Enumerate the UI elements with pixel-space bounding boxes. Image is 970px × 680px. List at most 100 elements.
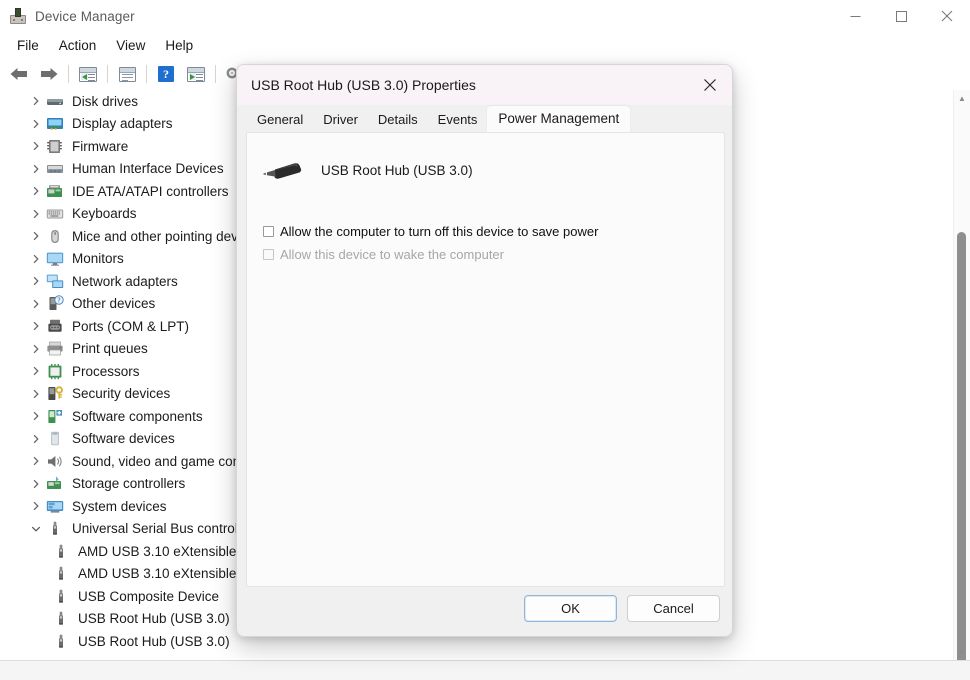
tree-item-label: Keyboards [72, 206, 137, 222]
tab-power-management[interactable]: Power Management [487, 106, 631, 132]
cancel-button[interactable]: Cancel [627, 595, 720, 622]
chevron-right-icon[interactable] [28, 251, 44, 267]
close-icon [941, 10, 953, 22]
toolbar-separator [107, 65, 108, 83]
window-titlebar: Device Manager [0, 0, 970, 32]
dialog-close-button[interactable] [687, 65, 732, 105]
play-window-icon [187, 66, 205, 82]
allow-turn-off-checkbox[interactable] [263, 226, 274, 237]
show-hide-console-tree-button[interactable] [73, 61, 103, 87]
tree-item-label: Monitors [72, 251, 124, 267]
chevron-right-icon[interactable] [28, 138, 44, 154]
forward-button[interactable] [34, 61, 64, 87]
storage-controller-icon [46, 475, 64, 492]
tab-general[interactable]: General [247, 108, 313, 132]
vertical-scrollbar[interactable]: ▲ ▼ [953, 90, 970, 666]
tree-item-label: Human Interface Devices [72, 161, 224, 177]
tree-item-label: USB Root Hub (USB 3.0) [78, 611, 230, 627]
usb-icon [46, 520, 64, 537]
usb-icon [52, 633, 70, 650]
chevron-right-icon[interactable] [28, 498, 44, 514]
chevron-right-icon[interactable] [28, 228, 44, 244]
menu-file[interactable]: File [8, 35, 48, 56]
chevron-right-icon[interactable] [28, 386, 44, 402]
usb-icon [52, 588, 70, 605]
tree-item-label: Universal Serial Bus controllers [72, 521, 260, 537]
allow-wake-row: Allow this device to wake the computer [263, 247, 504, 262]
system-device-icon [46, 498, 64, 515]
scrollbar-thumb[interactable] [957, 232, 966, 666]
status-bar [0, 660, 970, 680]
maximize-icon [895, 10, 907, 22]
chevron-down-icon[interactable] [28, 521, 44, 537]
usb-icon [52, 543, 70, 560]
display-adapter-icon [46, 115, 64, 132]
tree-item-label: Firmware [72, 138, 129, 154]
close-button[interactable] [924, 0, 970, 32]
back-arrow-icon [10, 68, 27, 80]
chevron-right-icon[interactable] [28, 431, 44, 447]
tree-item-label: Software devices [72, 431, 175, 447]
dialog-button-bar: OK Cancel [524, 595, 720, 622]
chevron-right-icon[interactable] [28, 183, 44, 199]
chevron-right-icon[interactable] [28, 318, 44, 334]
properties-window-icon [118, 66, 136, 82]
toolbar-separator [215, 65, 216, 83]
menu-help[interactable]: Help [156, 35, 202, 56]
chevron-right-icon[interactable] [28, 408, 44, 424]
toolbar-separator [146, 65, 147, 83]
console-tree-icon [79, 66, 97, 82]
tab-events[interactable]: Events [428, 108, 488, 132]
device-header: USB Root Hub (USB 3.0) [263, 158, 473, 182]
window-controls [832, 0, 970, 32]
scroll-up-button[interactable]: ▲ [954, 90, 970, 106]
chevron-right-icon[interactable] [28, 363, 44, 379]
mouse-icon [46, 228, 64, 245]
chevron-right-icon[interactable] [28, 206, 44, 222]
tree-item-label: Disk drives [72, 93, 139, 109]
tab-driver[interactable]: Driver [313, 108, 368, 132]
device-manager-icon [10, 8, 26, 24]
maximize-button[interactable] [878, 0, 924, 32]
tree-item-label: Software components [72, 408, 203, 424]
tree-item-label: Other devices [72, 296, 156, 312]
allow-wake-label: Allow this device to wake the computer [280, 247, 504, 262]
tree-item-label: USB Root Hub (USB 3.0) [78, 633, 230, 649]
dialog-tabstrip: General Driver Details Events Power Mana… [237, 105, 732, 132]
back-button[interactable] [4, 61, 34, 87]
toolbar-separator [68, 65, 69, 83]
sound-icon [46, 453, 64, 470]
help-button[interactable]: ? [151, 61, 181, 87]
ok-button[interactable]: OK [524, 595, 617, 622]
scroll-down-button[interactable]: ▼ [954, 644, 970, 660]
chevron-right-icon[interactable] [28, 273, 44, 289]
allow-turn-off-row[interactable]: Allow the computer to turn off this devi… [263, 224, 598, 239]
chevron-right-icon[interactable] [28, 161, 44, 177]
chevron-right-icon[interactable] [28, 116, 44, 132]
minimize-button[interactable] [832, 0, 878, 32]
tree-item-label: System devices [72, 498, 167, 514]
chevron-right-icon[interactable] [28, 453, 44, 469]
menu-bar: File Action View Help [0, 32, 970, 58]
menu-view[interactable]: View [107, 35, 154, 56]
properties-button[interactable] [112, 61, 142, 87]
tree-item-label: Security devices [72, 386, 171, 402]
disk-drive-icon [46, 93, 64, 110]
properties-dialog: USB Root Hub (USB 3.0) Properties Genera… [236, 64, 733, 637]
chevron-right-icon[interactable] [28, 296, 44, 312]
usb-icon [52, 565, 70, 582]
chevron-right-icon[interactable] [28, 476, 44, 492]
keyboard-icon [46, 205, 64, 222]
tab-details[interactable]: Details [368, 108, 428, 132]
tree-item-label: Processors [72, 363, 140, 379]
chevron-right-icon[interactable] [28, 341, 44, 357]
tree-item-label: Network adapters [72, 273, 178, 289]
firmware-chip-icon [46, 138, 64, 155]
chevron-right-icon[interactable] [28, 93, 44, 109]
update-driver-button[interactable] [181, 61, 211, 87]
power-management-panel: USB Root Hub (USB 3.0) Allow the compute… [246, 132, 725, 587]
menu-action[interactable]: Action [50, 35, 106, 56]
device-manager-window: Device Manager File Action View Help ? D… [0, 0, 970, 680]
usb-icon [52, 610, 70, 627]
usb-plug-icon [263, 158, 305, 182]
